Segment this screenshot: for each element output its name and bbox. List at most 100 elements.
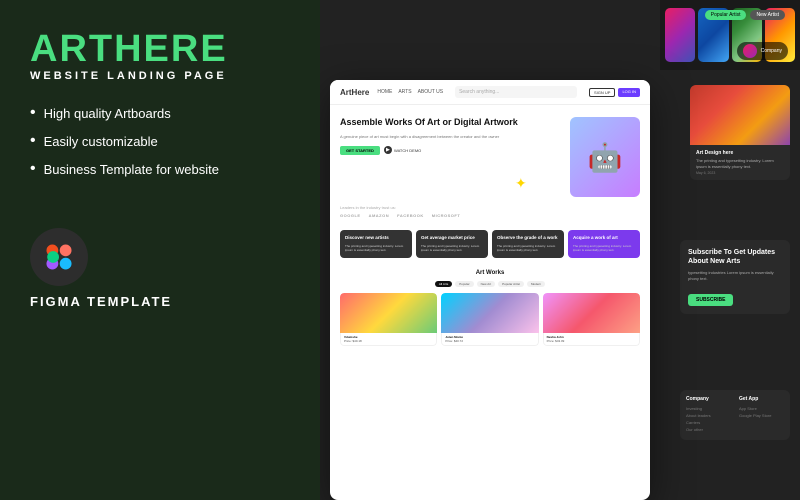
tag-popular[interactable]: Popular xyxy=(455,281,473,287)
tag-popular-artist[interactable]: Popular Artist xyxy=(498,281,524,287)
center-panel: Company Popular Artist New Artist ArtHer… xyxy=(320,0,800,500)
artwork-item-3[interactable]: Nesha John Price: $43.09 xyxy=(543,293,640,346)
card-4-title: Acquire a work of art xyxy=(573,235,635,241)
card-2-text: The printing and typesetting industry. L… xyxy=(421,244,483,253)
mockup-navbar: ArtHere HOME ARTS ABOUT US Search anythi… xyxy=(330,80,650,105)
gallery-artist-avatar: Company xyxy=(737,42,788,60)
artwork-item-2[interactable]: Juten Monte Price: $40.72 xyxy=(441,293,538,346)
search-placeholder: Search anything... xyxy=(459,89,499,95)
nav-link-home: HOME xyxy=(377,89,392,95)
card-3-text: The printing and typesetting industry. L… xyxy=(497,244,559,253)
deco-art-title: Art Design here xyxy=(696,150,784,156)
artwork-meta-2: Juten Monte Price: $40.72 xyxy=(441,333,538,346)
mockup-logo: ArtHere xyxy=(340,88,369,97)
artwork-image-2 xyxy=(441,293,538,333)
top-badges: Popular Artist New Artist xyxy=(705,10,785,20)
deco-art-meta: Art Design here The printing and typeset… xyxy=(690,145,790,180)
trusted-amazon: AMAZON xyxy=(369,213,390,218)
mockup-nav-links: HOME ARTS ABOUT US xyxy=(377,89,443,95)
feature-item-3: Business Template for website xyxy=(30,160,290,178)
robot-illustration: 🤖 xyxy=(570,117,640,197)
mockup-hero-desc: A genuine piece of art must begin with a… xyxy=(340,134,562,140)
mockup-get-started-btn[interactable]: GET STARTED xyxy=(340,146,380,155)
footer-link-other[interactable]: Our other xyxy=(686,427,731,432)
info-card-1: Discover new artists The printing and ty… xyxy=(340,230,412,258)
deco-art-card: Art Design here The printing and typeset… xyxy=(690,85,790,180)
figma-logo xyxy=(30,228,88,286)
website-mockup: ArtHere HOME ARTS ABOUT US Search anythi… xyxy=(330,80,650,500)
mockup-login-btn[interactable]: LOG IN xyxy=(618,88,640,97)
mockup-hero-title: Assemble Works Of Art or Digital Artwork xyxy=(340,117,562,129)
deco-art-date: May 6, 2023 xyxy=(696,171,784,175)
mockup-nav-buttons: SIGN UP LOG IN xyxy=(589,88,640,97)
avatar-image xyxy=(743,44,757,58)
left-panel: ARTHERE WEBSITE LANDING PAGE High qualit… xyxy=(0,0,320,500)
info-card-3: Observe the grade of a work The printing… xyxy=(492,230,564,258)
figma-section: FIGMA TEMPLATE xyxy=(30,228,290,309)
info-card-2: Get average market price The printing an… xyxy=(416,230,488,258)
figma-label: FIGMA TEMPLATE xyxy=(30,294,172,309)
nav-link-about: ABOUT US xyxy=(418,89,443,95)
brand-name: ARTHERE xyxy=(30,30,290,68)
card-1-text: The printing and typesetting industry. L… xyxy=(345,244,407,253)
gallery-thumb-1 xyxy=(665,8,695,62)
footer-link-about[interactable]: About leaders xyxy=(686,413,731,418)
mockup-signup-btn[interactable]: SIGN UP xyxy=(589,88,615,97)
footer-link-googleplay[interactable]: Google Play Store xyxy=(739,413,784,418)
tag-all-arts[interactable]: All Arts xyxy=(435,281,452,287)
deco-art-image xyxy=(690,85,790,145)
footer-col-company: Company Investing About leaders Carriers… xyxy=(686,396,731,434)
artwork-image-3 xyxy=(543,293,640,333)
mockup-info-cards: Discover new artists The printing and ty… xyxy=(330,224,650,264)
deco-footer-card: Company Investing About leaders Carriers… xyxy=(680,390,790,440)
footer-col-app: Get App App Store Google Play Store xyxy=(739,396,784,434)
artworks-section-title: Art Works xyxy=(340,270,640,276)
badge-popular-artist: Popular Artist xyxy=(705,10,747,20)
artwork-item-1[interactable]: Vdumshe Price: $40.18 xyxy=(340,293,437,346)
trusted-google: GOOGLE xyxy=(340,213,361,218)
mockup-hero-buttons: GET STARTED ▶ WATCH DEMO xyxy=(340,146,562,155)
artwork-image-1 xyxy=(340,293,437,333)
art-filter-tags: All Arts Popular New Art Popular Artist … xyxy=(340,281,640,287)
card-4-text: The printing and typesetting industry. L… xyxy=(573,244,635,253)
mockup-artworks-section: Art Works All Arts Popular New Art Popul… xyxy=(330,264,650,356)
artwork-price-2: Price: $40.72 xyxy=(445,339,534,343)
info-card-highlighted: Acquire a work of art The printing and t… xyxy=(568,230,640,258)
mockup-hero-left: Assemble Works Of Art or Digital Artwork… xyxy=(340,117,562,155)
subscribe-title: Subscribe To Get Updates About New Arts xyxy=(688,248,782,266)
badge-new-artist: New Artist xyxy=(750,10,785,20)
artwork-price-1: Price: $40.18 xyxy=(344,339,433,343)
mockup-watch-demo-btn[interactable]: ▶ WATCH DEMO xyxy=(384,146,421,155)
card-1-title: Discover new artists xyxy=(345,235,407,241)
subscribe-button[interactable]: SUBSCRIBE xyxy=(688,294,733,306)
card-2-title: Get average market price xyxy=(421,235,483,241)
subscribe-text: typesetting industries Lorem ipsum is es… xyxy=(688,270,782,282)
footer-col-app-title: Get App xyxy=(739,396,784,402)
trusted-logos: GOOGLE AMAZON FACEBOOK MICROSOFT xyxy=(340,213,640,218)
trusted-microsoft: MICROSOFT xyxy=(432,213,461,218)
mockup-hero: Assemble Works Of Art or Digital Artwork… xyxy=(330,105,650,205)
footer-link-investing[interactable]: Investing xyxy=(686,406,731,411)
nav-link-arts: ARTS xyxy=(398,89,411,95)
artworks-grid: Vdumshe Price: $40.18 Juten Monte Price:… xyxy=(340,293,640,346)
tag-modern[interactable]: Modern xyxy=(527,281,545,287)
top-gallery: Company Popular Artist New Artist xyxy=(660,0,800,70)
star-decoration: ✦ xyxy=(515,175,527,192)
deco-art-text: The printing and typesetting industry. L… xyxy=(696,158,784,169)
mockup-hero-image: 🤖 xyxy=(570,117,640,197)
mockup-trusted-section: Leaders in the industry trust us: GOOGLE… xyxy=(330,205,650,224)
trusted-label: Leaders in the industry trust us: xyxy=(340,205,640,210)
brand-subtitle: WEBSITE LANDING PAGE xyxy=(30,70,290,82)
artwork-price-3: Price: $43.09 xyxy=(547,339,636,343)
footer-link-appstore[interactable]: App Store xyxy=(739,406,784,411)
artwork-meta-1: Vdumshe Price: $40.18 xyxy=(340,333,437,346)
avatar-name: Company xyxy=(761,48,782,54)
footer-col-company-title: Company xyxy=(686,396,731,402)
artwork-meta-3: Nesha John Price: $43.09 xyxy=(543,333,640,346)
mockup-search[interactable]: Search anything... xyxy=(455,86,577,98)
tag-new-art[interactable]: New Art xyxy=(477,281,496,287)
feature-item-2: Easily customizable xyxy=(30,132,290,150)
footer-link-carriers[interactable]: Carriers xyxy=(686,420,731,425)
card-3-title: Observe the grade of a work xyxy=(497,235,559,241)
trusted-facebook: FACEBOOK xyxy=(397,213,424,218)
